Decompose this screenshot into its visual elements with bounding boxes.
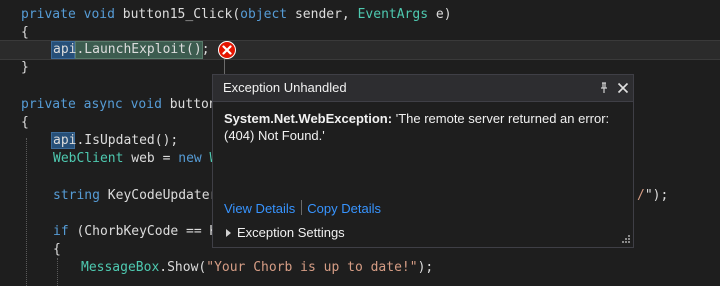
keyword: void — [83, 7, 115, 22]
identifier: api — [53, 133, 77, 148]
keyword: void — [130, 97, 162, 112]
code-line-4[interactable]: } — [21, 58, 29, 78]
keyword: if — [53, 224, 69, 239]
string-literal: "Your Chorb is up to date!" — [206, 260, 418, 275]
exception-type: System.Net.WebException: — [224, 111, 393, 126]
param: sender, — [287, 7, 358, 22]
method-name: button15_Click( — [122, 7, 241, 22]
popup-connector — [224, 59, 225, 75]
exception-settings-label: Exception Settings — [237, 225, 345, 240]
popup-title: Exception Unhandled — [223, 80, 347, 95]
type-name: WebClient — [53, 151, 124, 166]
exception-message: System.Net.WebException: 'The remote ser… — [224, 110, 624, 144]
keyword: new — [178, 151, 202, 166]
keyword: private — [21, 7, 76, 22]
code-text: web = — [123, 151, 179, 166]
code-text: (ChorbKeyCode == Ke — [68, 224, 226, 239]
popup-links: View Details Copy Details — [224, 200, 381, 218]
code-text: "); — [644, 188, 669, 203]
code-line-8[interactable]: api.IsUpdated(); — [53, 131, 178, 151]
code-line-11-tail[interactable]: /"); — [637, 186, 668, 206]
code-text: .Show( — [159, 260, 207, 275]
string-literal: / — [637, 188, 645, 203]
view-details-link[interactable]: View Details — [224, 201, 295, 216]
expand-triangle-icon — [226, 229, 231, 237]
exception-popup: Exception Unhandled System.Net.WebExcept… — [212, 74, 634, 248]
keyword: private — [21, 97, 76, 112]
type-name: MessageBox — [81, 260, 160, 275]
resize-grip-icon[interactable] — [619, 233, 631, 245]
pin-icon[interactable] — [596, 80, 612, 96]
keyword: async — [83, 97, 123, 112]
code-line-11[interactable]: string KeyCodeUpdater — [53, 186, 217, 206]
code-line-6[interactable]: private async void button1 — [21, 95, 225, 115]
indent-guide — [57, 258, 58, 286]
keyword: object — [240, 7, 288, 22]
code-text: ); — [417, 260, 434, 275]
param: e) — [428, 7, 452, 22]
exception-settings-toggle[interactable]: Exception Settings — [226, 224, 345, 242]
code-line-15[interactable]: MessageBox.Show("Your Chorb is up to dat… — [81, 258, 433, 278]
code-line-1[interactable]: private void button15_Click(object sende… — [21, 5, 452, 25]
code-text: KeyCodeUpdater — [99, 188, 218, 203]
call: .LaunchExploit(); — [76, 42, 210, 57]
type-name: EventArgs — [357, 7, 429, 22]
identifier: api — [53, 42, 77, 57]
code-line-9[interactable]: WebClient web = new We — [53, 149, 225, 169]
close-icon[interactable] — [615, 80, 631, 96]
link-separator — [301, 200, 303, 215]
code-line-14[interactable]: { — [53, 240, 61, 260]
error-icon[interactable] — [218, 41, 236, 59]
keyword: string — [53, 188, 100, 203]
code-line-2[interactable]: { — [21, 23, 29, 43]
code-line-7[interactable]: { — [21, 113, 29, 133]
code-line-3[interactable]: api.LaunchExploit(); — [53, 40, 210, 60]
call: .IsUpdated(); — [76, 133, 179, 148]
code-line-13[interactable]: if (ChorbKeyCode == Ke — [53, 222, 225, 242]
indent-guide — [26, 138, 27, 286]
copy-details-link[interactable]: Copy Details — [307, 201, 381, 216]
popup-header: Exception Unhandled — [213, 75, 633, 102]
